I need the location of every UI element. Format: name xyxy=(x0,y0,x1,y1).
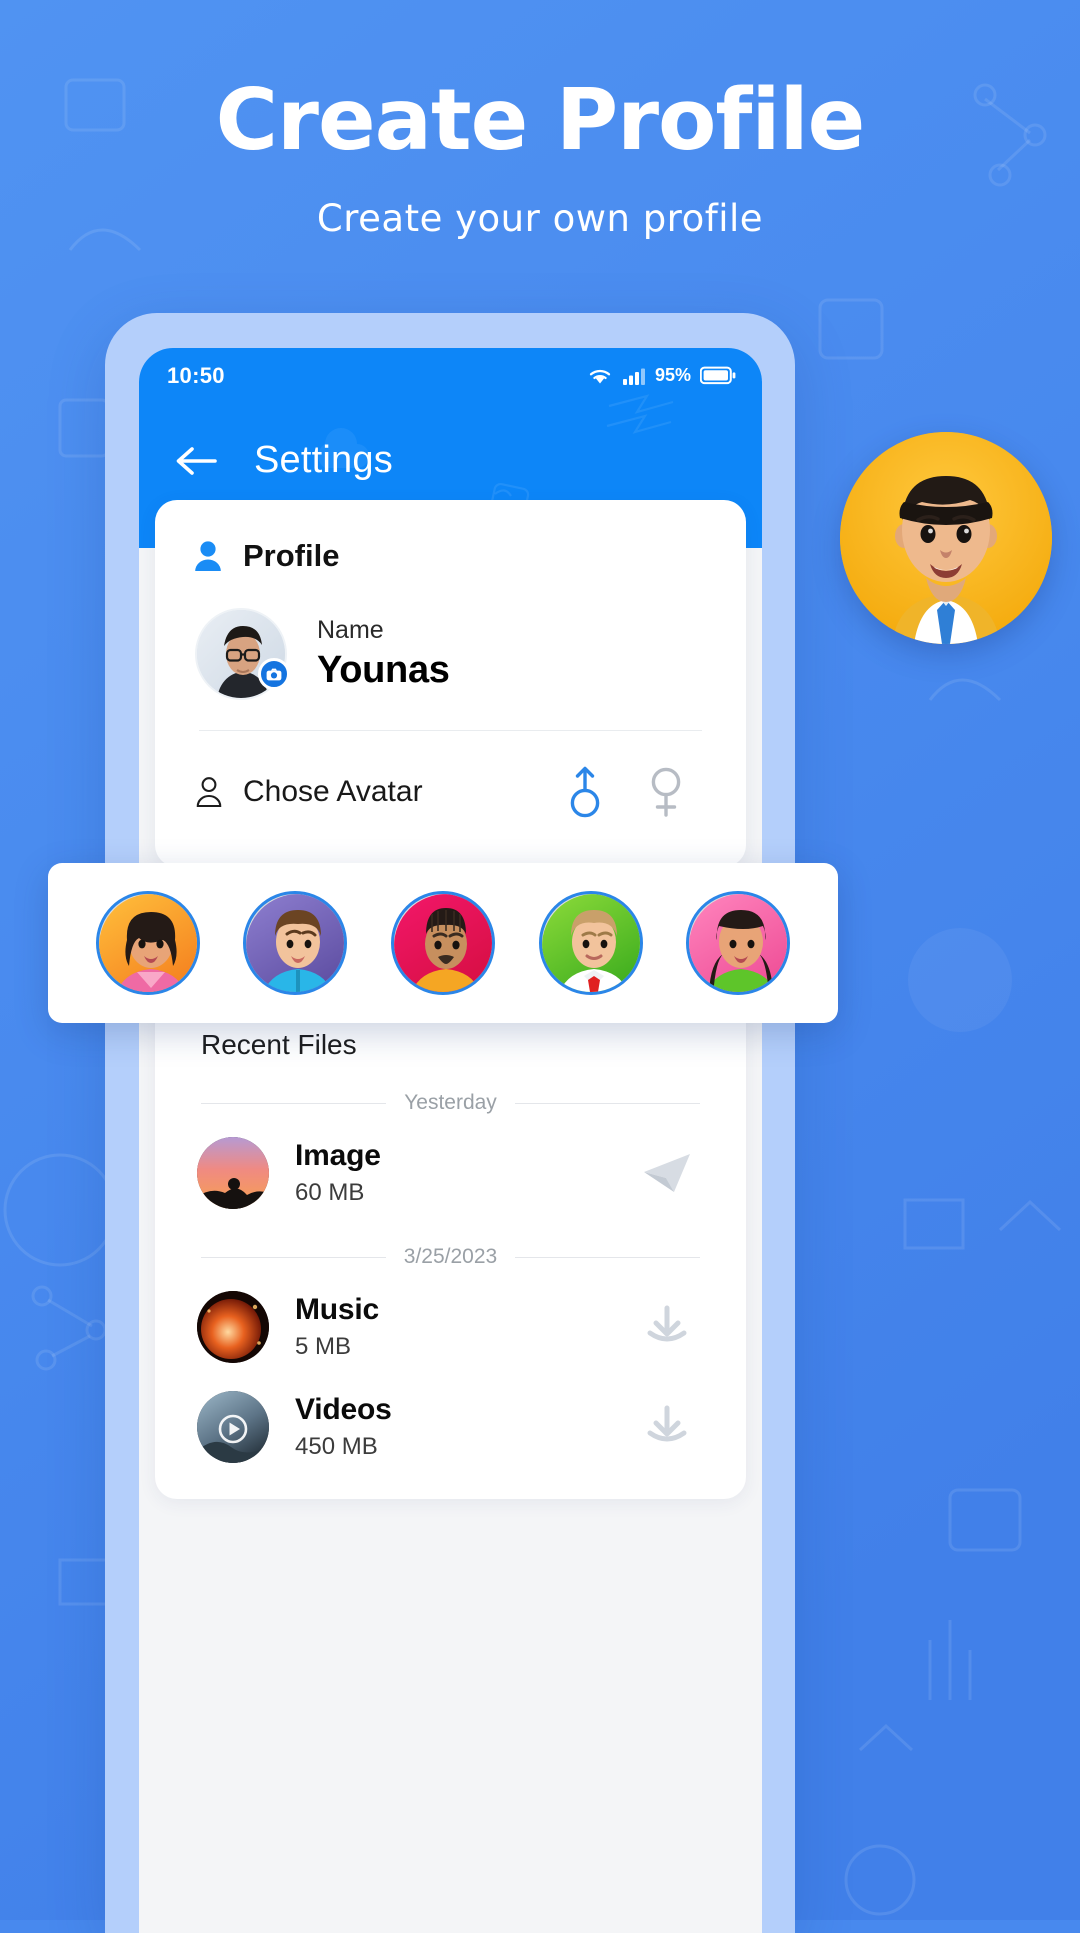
phone-screen: 10:50 95% Settings Profile Name Younas C… xyxy=(139,348,762,1933)
thumb-image xyxy=(197,1391,269,1463)
battery-icon xyxy=(700,366,736,385)
avatar[interactable] xyxy=(195,608,290,700)
hero-avatar-illustration xyxy=(840,432,1052,644)
hero-avatar-image xyxy=(840,432,1052,644)
list-item[interactable]: Videos 450 MB xyxy=(155,1369,746,1469)
date-divider: 3/25/2023 xyxy=(155,1215,746,1269)
avatar-option-5-image xyxy=(689,894,788,992)
profile-card: Profile Name Younas Chose Avatar xyxy=(155,500,746,867)
date-divider-label: 3/25/2023 xyxy=(403,1245,498,1268)
app-bar-title: Settings xyxy=(254,439,393,481)
avatar-option-2[interactable] xyxy=(243,891,348,995)
promo-header: Create Profile Create your own profile xyxy=(0,0,1080,240)
avatar-option-4-image xyxy=(541,894,640,992)
avatar-option-3[interactable] xyxy=(390,891,495,995)
battery-percent-label: 95% xyxy=(654,365,691,385)
file-size: 5 MB xyxy=(295,1333,352,1360)
avatar-option-3-image xyxy=(394,894,492,992)
person-outline-icon xyxy=(196,777,222,808)
file-size: 60 MB xyxy=(295,1179,365,1206)
download-icon[interactable] xyxy=(638,1298,696,1356)
avatar-option-5[interactable] xyxy=(686,891,791,995)
page-title: Create Profile xyxy=(215,71,866,170)
page-subtitle: Create your own profile xyxy=(316,197,764,240)
avatar-option-2-image xyxy=(246,894,345,992)
download-icon[interactable] xyxy=(638,1398,696,1456)
male-gender-icon[interactable] xyxy=(564,765,608,819)
female-gender-icon[interactable] xyxy=(646,765,686,819)
list-item[interactable]: Image 60 MB xyxy=(155,1115,746,1215)
profile-name-row[interactable]: Name Younas xyxy=(155,574,746,730)
send-icon[interactable] xyxy=(638,1144,696,1202)
file-name: Image xyxy=(295,1139,381,1172)
file-size: 450 MB xyxy=(295,1433,378,1460)
sunset-silhouette-thumb xyxy=(197,1137,269,1209)
profile-section-header: Profile xyxy=(155,500,746,574)
profile-section-title: Profile xyxy=(243,538,340,573)
date-divider-label: Yesterday xyxy=(404,1091,497,1114)
file-name: Music xyxy=(295,1293,380,1326)
name-label: Name xyxy=(317,616,384,644)
status-time: 10:50 xyxy=(167,362,225,388)
person-filled-icon xyxy=(195,541,221,571)
download-glyph-icon xyxy=(647,1305,687,1342)
name-value: Younas xyxy=(317,649,450,691)
chose-avatar-row[interactable]: Chose Avatar xyxy=(155,731,746,859)
status-icons: 95% xyxy=(587,365,736,386)
video-play-thumb xyxy=(197,1391,269,1463)
avatar-picker-panel[interactable] xyxy=(48,863,838,1023)
thumb-image xyxy=(197,1137,269,1209)
camera-glyph-icon xyxy=(266,668,282,680)
signal-icon xyxy=(622,368,645,385)
avatar-option-1-image xyxy=(98,894,197,992)
file-name: Videos xyxy=(295,1393,392,1426)
list-item[interactable]: Music 5 MB xyxy=(155,1269,746,1369)
chose-avatar-label: Chose Avatar xyxy=(243,775,423,808)
avatar-option-4[interactable] xyxy=(538,891,643,995)
send-glyph-icon xyxy=(644,1154,690,1192)
download-glyph-icon xyxy=(647,1405,687,1442)
date-divider: Yesterday xyxy=(155,1061,746,1115)
wifi-icon xyxy=(589,369,611,383)
profile-name-block: Name Younas xyxy=(317,616,450,692)
music-album-thumb xyxy=(197,1291,269,1363)
back-arrow-icon[interactable] xyxy=(173,444,219,478)
camera-icon[interactable] xyxy=(258,658,290,690)
status-bar: 10:50 95% xyxy=(139,348,762,403)
thumb-image xyxy=(197,1291,269,1363)
avatar-option-1[interactable] xyxy=(95,891,200,995)
